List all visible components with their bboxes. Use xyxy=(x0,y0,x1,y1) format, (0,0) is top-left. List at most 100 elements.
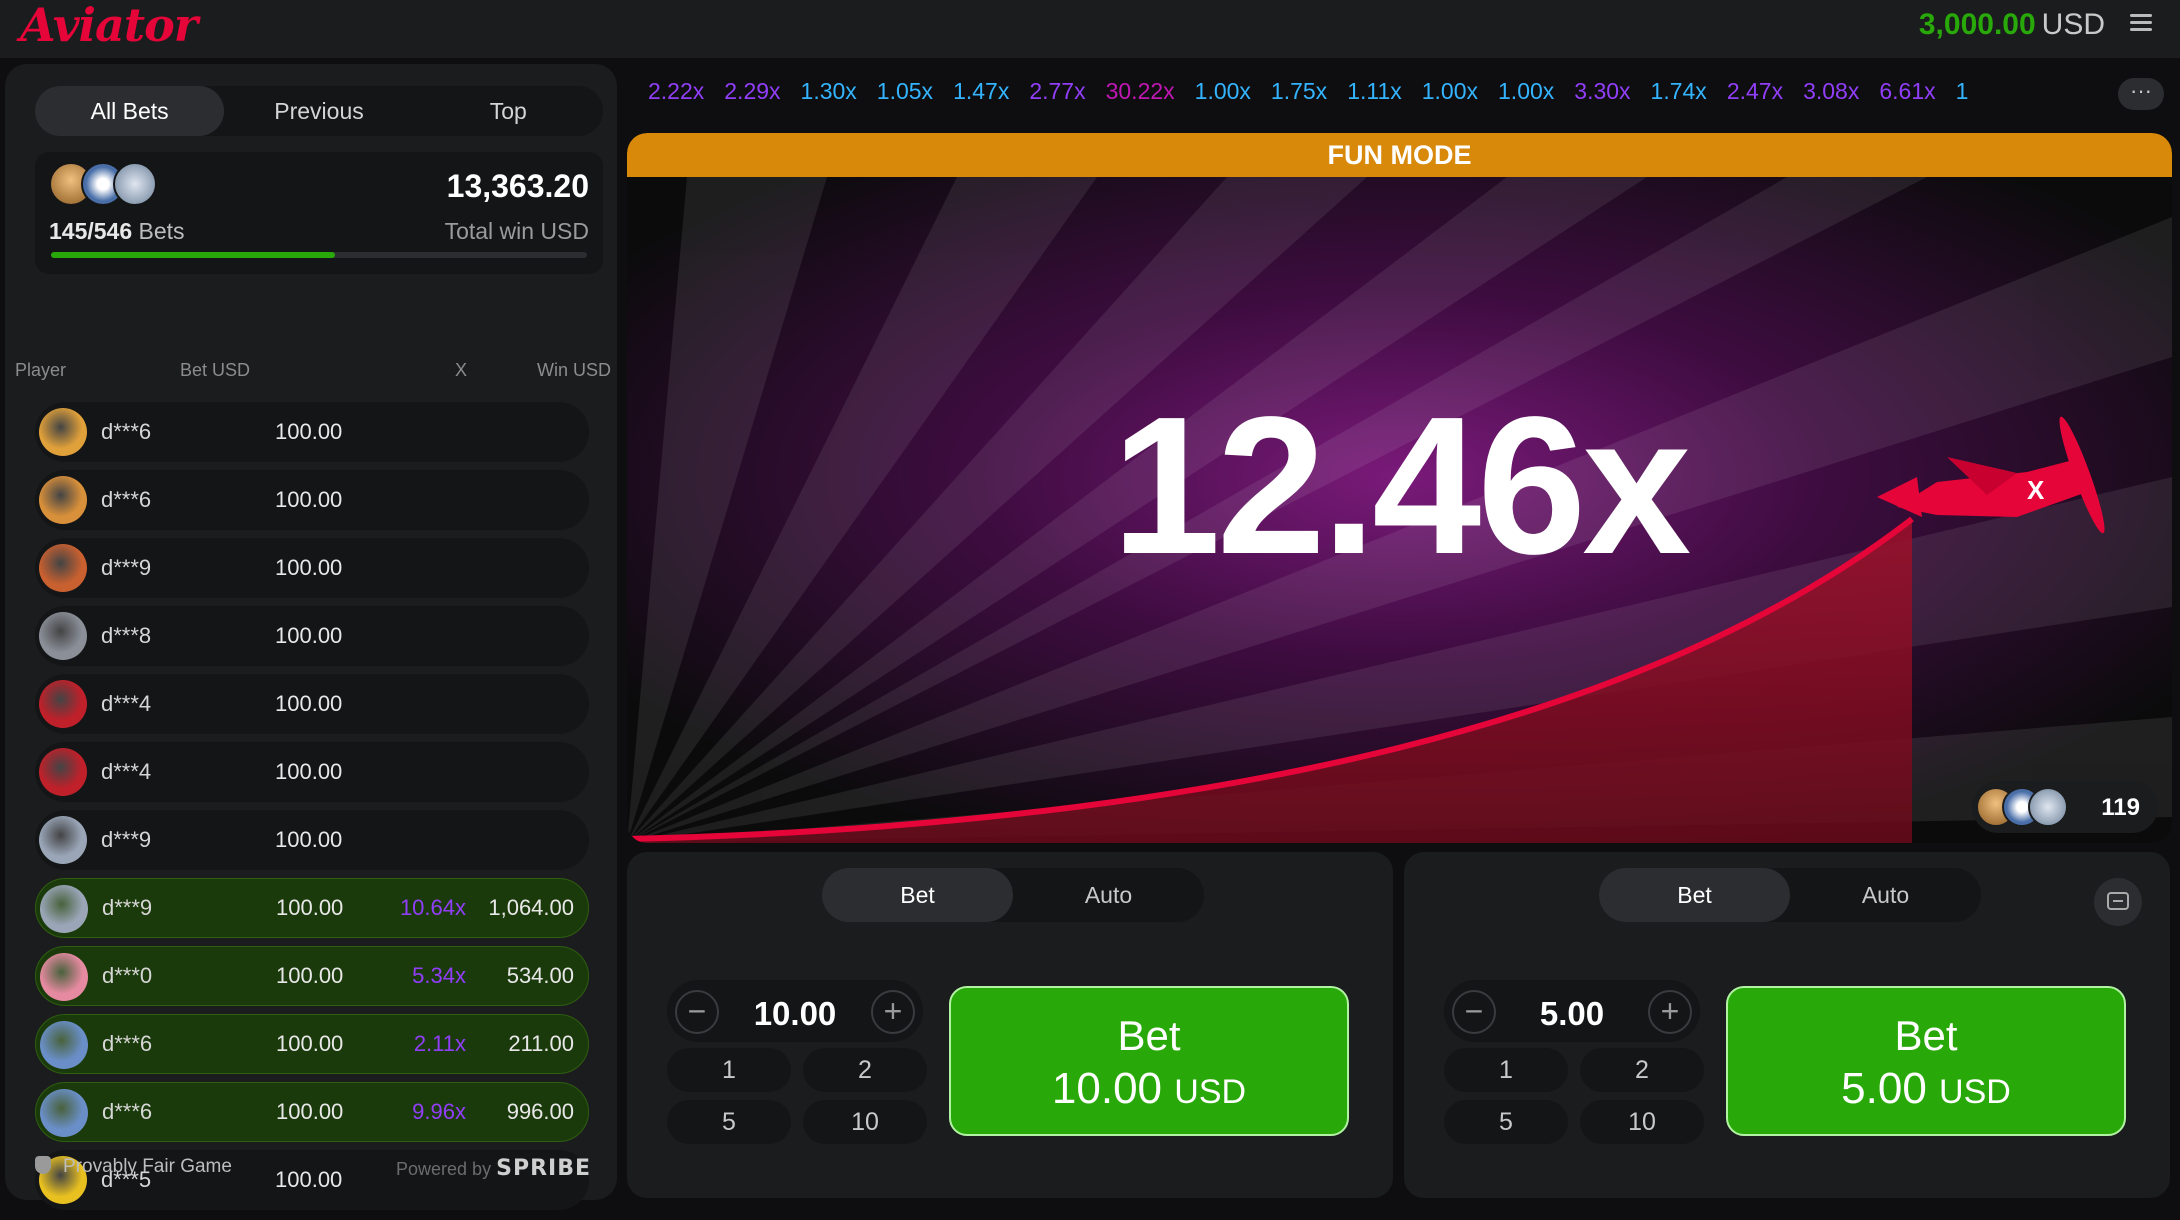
online-count: 119 xyxy=(2101,794,2140,821)
history-multiplier[interactable]: 3.30x xyxy=(1574,78,1630,105)
history-multiplier[interactable]: 1.00x xyxy=(1422,78,1478,105)
history-multiplier[interactable]: 1.00x xyxy=(1498,78,1554,105)
tab-bet[interactable]: Bet xyxy=(1599,868,1790,922)
multiplier-history: 2.22x 2.29x 1.30x 1.05x 1.47x 2.77x 30.22x 1.00… xyxy=(648,78,2094,114)
tab-all-bets[interactable]: All Bets xyxy=(35,86,225,136)
history-multiplier[interactable]: 1.05x xyxy=(877,78,933,105)
bets-summary: 145/546 Bets 13,363.20 Total win USD xyxy=(35,152,603,274)
history-multiplier[interactable]: 1.11x xyxy=(1347,78,1402,105)
balance-currency: USD xyxy=(2041,8,2105,41)
history-multiplier[interactable]: 2.47x xyxy=(1727,78,1783,105)
footer: Provably Fair Game Powered by SPRIBE xyxy=(35,1156,595,1196)
stake-stepper: − 10.00 + xyxy=(667,980,923,1042)
win-amount: 1,064.00 xyxy=(488,895,574,920)
col-multiplier: X xyxy=(455,360,468,380)
col-win: Win USD xyxy=(536,360,611,380)
shield-icon xyxy=(35,1156,51,1174)
avatar xyxy=(39,748,87,796)
provably-fair-link[interactable]: Provably Fair Game xyxy=(63,1156,232,1177)
history-multiplier[interactable]: 30.22x xyxy=(1106,78,1175,105)
bets-list: d***6 100.00 d***6 100.00 d***9 100.00 d***8 10… xyxy=(35,402,589,1218)
tab-top[interactable]: Top xyxy=(414,86,603,136)
cashout-multiplier: 5.34x xyxy=(412,963,466,988)
bet-amount: 100.00 xyxy=(276,1099,344,1124)
decrease-button[interactable]: − xyxy=(675,990,719,1034)
balance-display: 3,000.00 USD xyxy=(1919,8,2105,42)
history-multiplier[interactable]: 2.29x xyxy=(724,78,780,105)
bet-amount: 100.00 xyxy=(275,419,343,444)
bet-amount: 100.00 xyxy=(275,691,343,716)
place-bet-button[interactable]: Bet 10.00 USD xyxy=(949,986,1349,1136)
history-multiplier[interactable]: 3.08x xyxy=(1803,78,1859,105)
quick-amount-button[interactable]: 5 xyxy=(667,1100,791,1144)
place-bet-button[interactable]: Bet 5.00 USD xyxy=(1726,986,2126,1136)
bet-amount: 100.00 xyxy=(276,963,344,988)
game-area: FUN MODE X 12.46x 119 xyxy=(627,133,2172,843)
history-multiplier[interactable]: 1.00x xyxy=(1195,78,1251,105)
history-multiplier[interactable]: 2.77x xyxy=(1029,78,1085,105)
quick-amount-button[interactable]: 10 xyxy=(1580,1100,1704,1144)
cashout-multiplier: 9.96x xyxy=(412,1099,466,1124)
quick-amount-button[interactable]: 2 xyxy=(1580,1048,1704,1092)
win-amount: 996.00 xyxy=(506,1099,574,1124)
win-amount: 534.00 xyxy=(506,963,574,988)
bet-amount: 100.00 xyxy=(275,487,343,512)
history-multiplier[interactable]: 6.61x xyxy=(1879,78,1935,105)
top-bar: Aviator 3,000.00 USD xyxy=(0,0,2180,58)
bet-panel-2: Bet Auto − 5.00 + 1 2 5 10 Bet 5.00 USD xyxy=(1404,852,2170,1198)
quick-amount-button[interactable]: 10 xyxy=(803,1100,927,1144)
avatar xyxy=(39,680,87,728)
avatar xyxy=(39,408,87,456)
decrease-button[interactable]: − xyxy=(1452,990,1496,1034)
history-multiplier[interactable]: 1.30x xyxy=(801,78,857,105)
history-multiplier[interactable]: 1.47x xyxy=(953,78,1009,105)
history-more-button[interactable]: ··· xyxy=(2118,78,2164,110)
tab-auto[interactable]: Auto xyxy=(1790,868,1981,922)
avatar xyxy=(2028,787,2068,827)
quick-amount-button[interactable]: 1 xyxy=(667,1048,791,1092)
player-name: d***6 xyxy=(102,1031,153,1056)
avatar xyxy=(40,953,88,1001)
online-players-badge: 119 xyxy=(1972,781,2158,833)
total-win: 13,363.20 xyxy=(446,168,589,204)
avatar xyxy=(39,612,87,660)
bet-amount: 100.00 xyxy=(275,827,343,852)
win-amount: 211.00 xyxy=(508,1031,574,1056)
quick-amount-button[interactable]: 2 xyxy=(803,1048,927,1092)
avatar xyxy=(39,544,87,592)
bet-amount: 100.00 xyxy=(275,623,343,648)
bets-count: 145/546 Bets xyxy=(49,218,185,244)
cashout-multiplier: 2.11x xyxy=(413,1031,466,1056)
bet-amount: 100.00 xyxy=(275,759,343,784)
bets-progress-bar xyxy=(51,252,587,258)
player-name: d***6 xyxy=(102,1099,153,1124)
quick-amount-button[interactable]: 1 xyxy=(1444,1048,1568,1092)
tab-previous[interactable]: Previous xyxy=(224,86,413,136)
progress-fill xyxy=(51,252,336,258)
bet-panel-1: Bet Auto − 10.00 + 1 2 5 10 Bet 10.00 US… xyxy=(627,852,1393,1198)
history-multiplier[interactable]: 1.75x xyxy=(1271,78,1327,105)
player-name: d***9 xyxy=(102,895,153,920)
tab-auto[interactable]: Auto xyxy=(1013,868,1204,922)
avatar xyxy=(40,1021,88,1069)
bet-row: d***9 100.00 xyxy=(35,538,589,598)
bets-tabs: All Bets Previous Top xyxy=(35,86,603,136)
bet-row: d***4 100.00 xyxy=(35,674,589,734)
remove-panel-icon[interactable] xyxy=(2094,878,2142,926)
history-multiplier[interactable]: 2.22x xyxy=(648,78,704,105)
bet-row: d***6 100.00 2.11x 211.00 xyxy=(35,1014,589,1074)
menu-icon[interactable] xyxy=(2130,10,2152,32)
history-multiplier[interactable]: 1.74x xyxy=(1651,78,1707,105)
history-multiplier[interactable]: 1 xyxy=(1956,78,1969,105)
stake-value[interactable]: 5.00 xyxy=(1504,995,1640,1033)
balance-amount: 3,000.00 xyxy=(1918,8,2036,41)
aviator-logo: Aviator xyxy=(20,0,198,52)
stake-value[interactable]: 10.00 xyxy=(727,995,863,1033)
bet-panel-tabs: Bet Auto xyxy=(822,868,1204,922)
quick-amount-button[interactable]: 5 xyxy=(1444,1100,1568,1144)
tab-bet[interactable]: Bet xyxy=(822,868,1013,922)
increase-button[interactable]: + xyxy=(871,990,915,1034)
player-name: d***0 xyxy=(102,963,153,988)
increase-button[interactable]: + xyxy=(1648,990,1692,1034)
col-bet: Bet USD xyxy=(180,360,251,380)
